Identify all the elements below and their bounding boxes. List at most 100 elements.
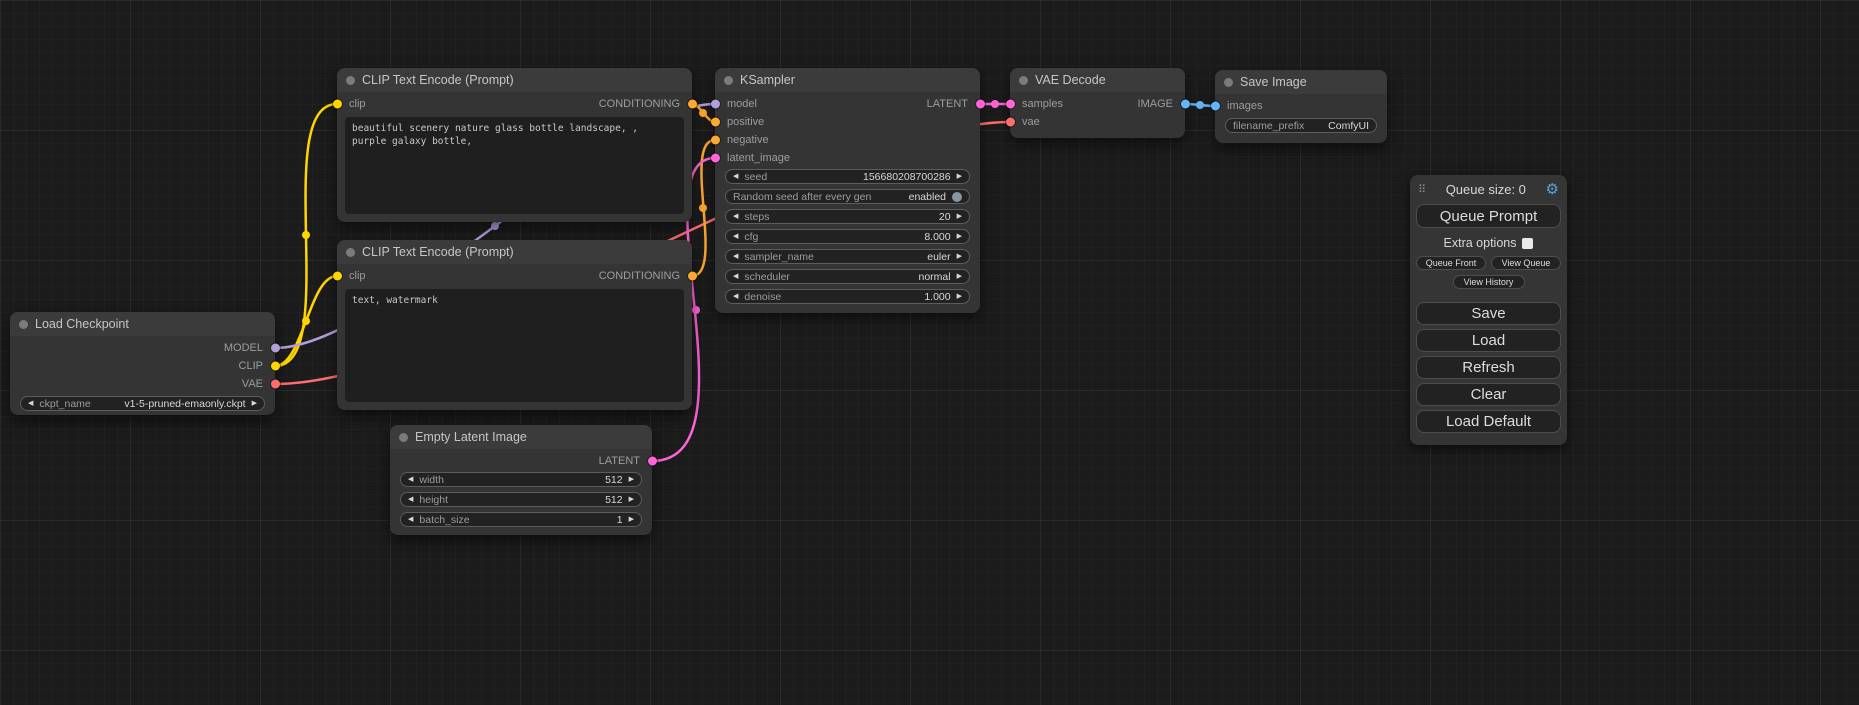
drag-handle-icon[interactable]: ⠿ [1418,183,1426,196]
decrement-icon[interactable]: ◀ [408,496,413,503]
widget-cfg[interactable]: ◀ cfg 8.000 ▶ [725,229,970,244]
increment-icon[interactable]: ▶ [957,173,962,180]
node-vae-decode[interactable]: VAE Decode samples IMAGE vae [1010,68,1185,138]
clip-input-port[interactable] [333,100,342,109]
conditioning-output-port[interactable] [688,272,697,281]
widget-width[interactable]: ◀ width 512 ▶ [400,472,642,487]
conditioning-output-port[interactable] [688,100,697,109]
combo-right-arrow-icon[interactable]: ▶ [957,273,962,280]
widget-filename-prefix[interactable]: filename_prefix ComfyUI [1225,118,1377,133]
link-midpoint-dot [699,204,707,212]
widget-scheduler[interactable]: ◀ scheduler normal ▶ [725,269,970,284]
view-queue-button[interactable]: View Queue [1491,256,1561,270]
widget-steps[interactable]: ◀ steps 20 ▶ [725,209,970,224]
collapse-dot-icon[interactable] [1019,76,1028,85]
slot-label: clip [349,98,366,110]
queue-front-button[interactable]: Queue Front [1416,256,1486,270]
latent-image-input-port[interactable] [711,154,720,163]
node-clip-text-encode-positive[interactable]: CLIP Text Encode (Prompt) clip CONDITION… [337,68,692,222]
node-save-image[interactable]: Save Image images filename_prefix ComfyU… [1215,70,1387,143]
decrement-icon[interactable]: ◀ [408,476,413,483]
widget-random-seed-toggle[interactable]: Random seed after every gen enabled [725,189,970,204]
load-default-button[interactable]: Load Default [1416,410,1561,433]
increment-icon[interactable]: ▶ [629,496,634,503]
negative-prompt-textarea[interactable]: text, watermark [345,289,684,402]
view-history-row: View History [1416,275,1561,289]
combo-left-arrow-icon[interactable]: ◀ [733,253,738,260]
widget-seed[interactable]: ◀ seed 156680208700286 ▶ [725,169,970,184]
node-load-checkpoint[interactable]: Load Checkpoint MODEL CLIP VAE ◀ ckpt_na… [10,312,275,415]
save-workflow-button[interactable]: Save [1416,302,1561,325]
node-title: CLIP Text Encode (Prompt) [362,245,514,259]
collapse-dot-icon[interactable] [19,320,28,329]
collapse-dot-icon[interactable] [346,248,355,257]
decrement-icon[interactable]: ◀ [733,173,738,180]
node-title-bar[interactable]: Load Checkpoint [10,312,275,336]
node-title-bar[interactable]: VAE Decode [1010,68,1185,92]
widget-value: euler [927,251,950,263]
latent-output-port[interactable] [976,100,985,109]
slot-row-clip-conditioning: clip CONDITIONING [337,267,692,285]
decrement-icon[interactable]: ◀ [733,233,738,240]
combo-right-arrow-icon[interactable]: ▶ [957,253,962,260]
combo-left-arrow-icon[interactable]: ◀ [28,400,33,407]
decrement-icon[interactable]: ◀ [733,293,738,300]
increment-icon[interactable]: ▶ [629,516,634,523]
widget-sampler-name[interactable]: ◀ sampler_name euler ▶ [725,249,970,264]
collapse-dot-icon[interactable] [399,433,408,442]
node-ksampler[interactable]: KSampler model LATENT positive negative … [715,68,980,313]
node-title-bar[interactable]: CLIP Text Encode (Prompt) [337,240,692,264]
toggle-knob-icon[interactable] [952,192,962,202]
output-slot-latent: LATENT [390,452,652,470]
node-empty-latent-image[interactable]: Empty Latent Image LATENT ◀ width 512 ▶ … [390,425,652,535]
model-output-port[interactable] [271,344,280,353]
images-input-port[interactable] [1211,102,1220,111]
refresh-button[interactable]: Refresh [1416,356,1561,379]
collapse-dot-icon[interactable] [1224,78,1233,87]
increment-icon[interactable]: ▶ [957,293,962,300]
clip-output-port[interactable] [271,362,280,371]
samples-input-port[interactable] [1006,100,1015,109]
node-title-bar[interactable]: Save Image [1215,70,1387,94]
widget-height[interactable]: ◀ height 512 ▶ [400,492,642,507]
collapse-dot-icon[interactable] [346,76,355,85]
positive-prompt-textarea[interactable]: beautiful scenery nature glass bottle la… [345,117,684,214]
node-clip-text-encode-negative[interactable]: CLIP Text Encode (Prompt) clip CONDITION… [337,240,692,410]
slot-label: model [727,98,757,110]
increment-icon[interactable]: ▶ [629,476,634,483]
decrement-icon[interactable]: ◀ [733,213,738,220]
positive-input-port[interactable] [711,118,720,127]
view-history-button[interactable]: View History [1453,275,1525,289]
image-output-port[interactable] [1181,100,1190,109]
collapse-dot-icon[interactable] [724,76,733,85]
node-title-bar[interactable]: KSampler [715,68,980,92]
node-title-bar[interactable]: Empty Latent Image [390,425,652,449]
widget-denoise[interactable]: ◀ denoise 1.000 ▶ [725,289,970,304]
load-workflow-button[interactable]: Load [1416,329,1561,352]
vae-input-port[interactable] [1006,118,1015,127]
link-midpoint-dot [491,222,499,230]
increment-icon[interactable]: ▶ [957,233,962,240]
clip-input-port[interactable] [333,272,342,281]
node-title-bar[interactable]: CLIP Text Encode (Prompt) [337,68,692,92]
model-input-port[interactable] [711,100,720,109]
node-graph-canvas[interactable]: Load Checkpoint MODEL CLIP VAE ◀ ckpt_na… [0,0,1859,705]
link-midpoint-dot [991,100,999,108]
widget-ckpt-name[interactable]: ◀ ckpt_name v1-5-pruned-emaonly.ckpt ▶ [20,396,265,411]
node-title: KSampler [740,73,795,87]
extra-options-checkbox[interactable] [1522,238,1533,249]
decrement-icon[interactable]: ◀ [408,516,413,523]
slot-label: negative [727,134,769,146]
slot-label: positive [727,116,764,128]
latent-output-port[interactable] [648,457,657,466]
queue-size-label: Queue size: 0 [1426,182,1545,197]
combo-left-arrow-icon[interactable]: ◀ [733,273,738,280]
widget-batch-size[interactable]: ◀ batch_size 1 ▶ [400,512,642,527]
vae-output-port[interactable] [271,380,280,389]
clear-button[interactable]: Clear [1416,383,1561,406]
queue-prompt-button[interactable]: Queue Prompt [1416,204,1561,228]
combo-right-arrow-icon[interactable]: ▶ [252,400,257,407]
negative-input-port[interactable] [711,136,720,145]
settings-gear-icon[interactable]: ⚙ [1546,182,1559,197]
increment-icon[interactable]: ▶ [957,213,962,220]
